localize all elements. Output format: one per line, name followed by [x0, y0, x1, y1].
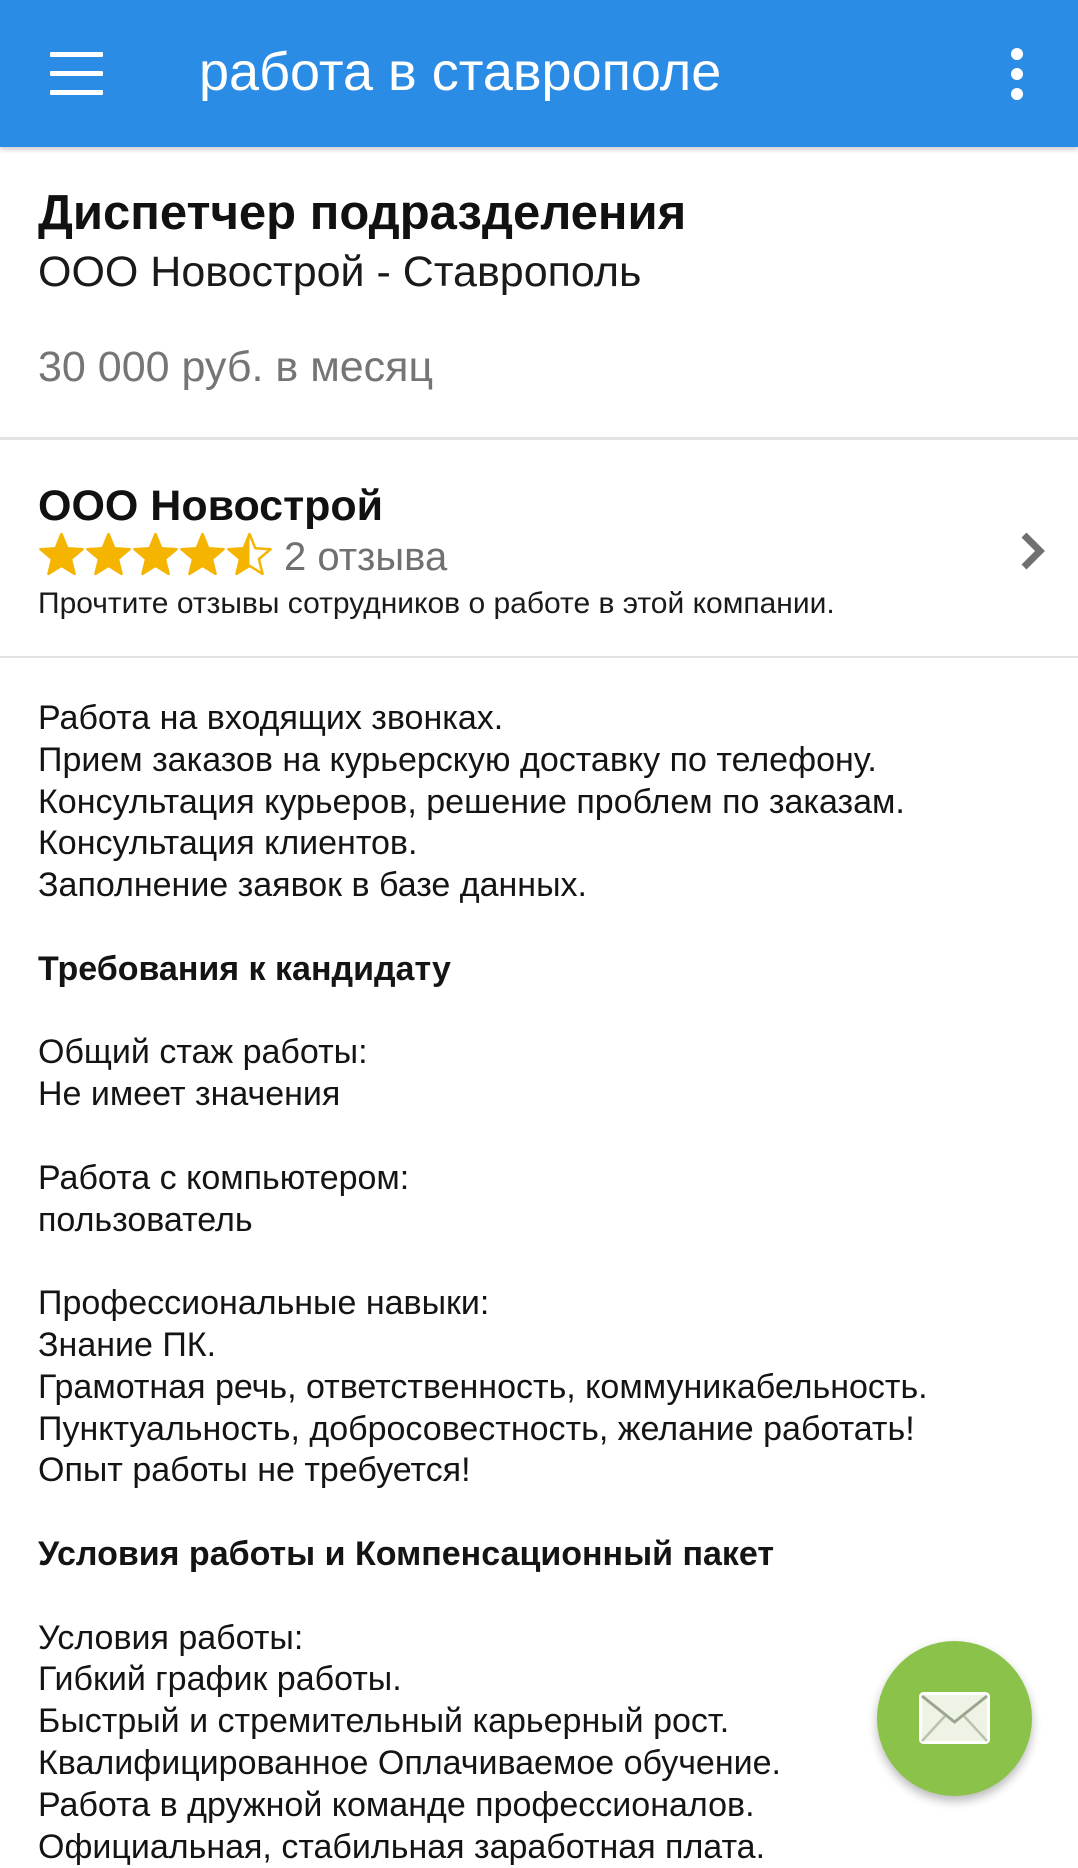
company-reviews-card[interactable]: ООО Новострой 2 отзыва Прочтите отзывы с… [0, 440, 1078, 656]
description-line: Профессиональные навыки: [38, 1284, 490, 1323]
star-icon [180, 532, 225, 576]
divider [0, 656, 1078, 658]
hamburger-menu-icon[interactable] [30, 36, 122, 112]
company-name: ООО Новострой [38, 482, 384, 530]
star-icon [133, 532, 178, 576]
reviews-prompt: Прочтите отзывы сотрудников о работе в э… [38, 587, 835, 620]
envelope-icon [919, 1692, 990, 1744]
apply-email-button[interactable] [877, 1641, 1032, 1796]
description-line: Консультация клиентов. [38, 824, 418, 863]
reviews-count: 2 отзыва [284, 535, 448, 579]
section-heading: Условия работы и Компенсационный пакет [38, 1534, 775, 1573]
description-line: Консультация курьеров, решение проблем п… [38, 782, 905, 821]
description-line: Условия работы: [38, 1618, 304, 1657]
description-line: Не имеет значения [38, 1075, 341, 1114]
job-header: Диспетчер подразделения ООО Новострой - … [0, 147, 1078, 437]
description-line: Официальная, стабильная заработная плата… [38, 1827, 766, 1866]
description-line: Знание ПК. [38, 1325, 217, 1364]
rating-stars [38, 532, 273, 580]
job-company-location: ООО Новострой - Ставрополь [38, 248, 642, 296]
star-icon [86, 532, 131, 576]
app-bar: работа в ставрополе [0, 0, 1078, 147]
section-heading: Требования к кандидату [38, 949, 451, 988]
chevron-right-icon [1021, 532, 1045, 570]
job-title: Диспетчер подразделения [38, 186, 687, 240]
star-icon [39, 532, 84, 576]
app-bar-title: работа в ставрополе [199, 42, 722, 102]
star-icon [227, 532, 272, 576]
description-line: Заполнение заявок в базе данных. [38, 866, 587, 905]
description-line: Работа в дружной команде профессионалов. [38, 1785, 755, 1824]
description-line: Общий стаж работы: [38, 1033, 368, 1072]
more-vert-icon[interactable] [990, 36, 1044, 112]
description-line: Грамотная речь, ответственность, коммуни… [38, 1367, 928, 1406]
description-line: Пунктуальность, добросовестность, желани… [38, 1409, 915, 1448]
description-line: Опыт работы не требуется! [38, 1451, 471, 1490]
description-line: пользователь [38, 1200, 253, 1239]
job-salary: 30 000 руб. в месяц [38, 343, 434, 391]
description-line: Работа с компьютером: [38, 1158, 410, 1197]
description-line: Прием заказов на курьерскую доставку по … [38, 740, 877, 779]
description-line: Работа на входящих звонках. [38, 699, 504, 737]
